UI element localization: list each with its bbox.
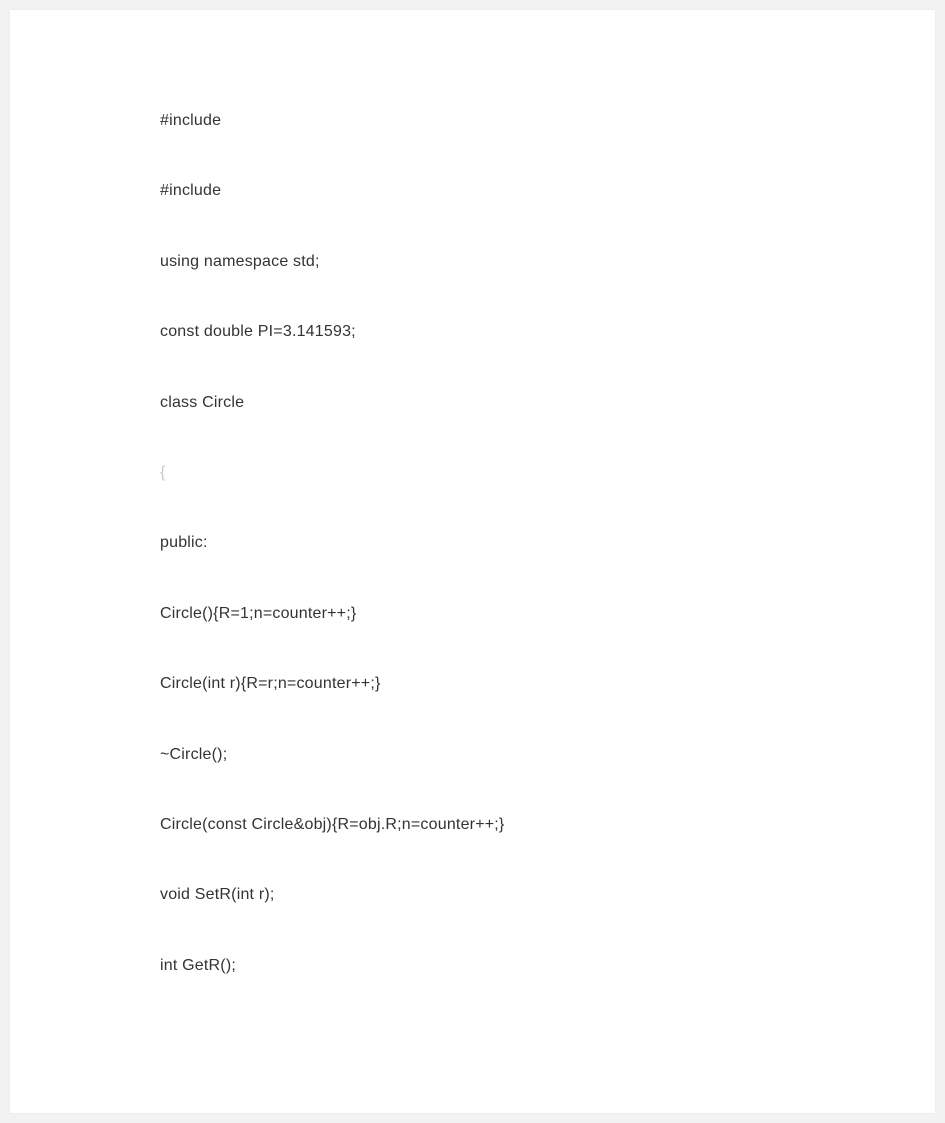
code-line: Circle(int r){R=r;n=counter++;}: [160, 673, 915, 695]
code-line: void SetR(int r);: [160, 884, 915, 906]
code-line: int GetR();: [160, 955, 915, 977]
code-line: #include: [160, 110, 915, 132]
code-line: ~Circle();: [160, 744, 915, 766]
page-background: #include #include using namespace std; c…: [0, 0, 945, 1123]
code-line: const double PI=3.141593;: [160, 321, 915, 343]
code-line: public:: [160, 532, 915, 554]
code-line-brace-open: {: [160, 462, 915, 484]
code-line: class Circle: [160, 392, 915, 414]
document-page: #include #include using namespace std; c…: [10, 10, 935, 1113]
code-line: #include: [160, 180, 915, 202]
code-line: using namespace std;: [160, 251, 915, 273]
code-line: Circle(const Circle&obj){R=obj.R;n=count…: [160, 814, 915, 836]
code-line: Circle(){R=1;n=counter++;}: [160, 603, 915, 625]
